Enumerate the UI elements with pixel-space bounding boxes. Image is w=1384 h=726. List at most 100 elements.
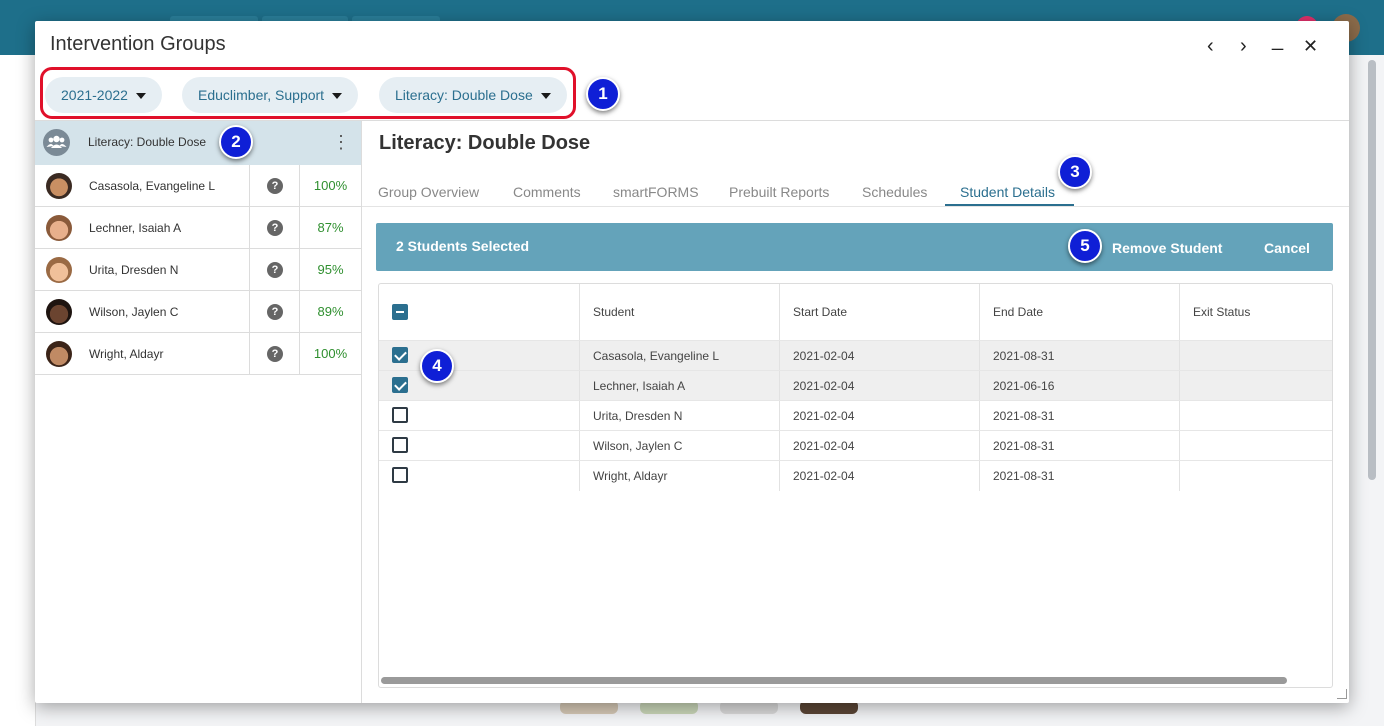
end-date-cell: 2021-08-31 [979, 431, 1179, 461]
select-all-header [379, 284, 579, 340]
progress-percent: 95% [299, 249, 361, 290]
table-row[interactable]: Casasola, Evangeline L 2021-02-04 2021-0… [379, 340, 1332, 371]
student-avatar [46, 257, 72, 283]
exit-status-cell [1179, 341, 1332, 371]
column-divider [249, 165, 250, 206]
tab-group-overview[interactable]: Group Overview [378, 184, 479, 200]
panel-divider [361, 121, 362, 703]
year-filter-dropdown[interactable]: 2021-2022 [45, 77, 162, 113]
table-horizontal-scrollbar[interactable] [381, 677, 1287, 684]
group-filter-dropdown[interactable]: Literacy: Double Dose [379, 77, 567, 113]
column-divider [249, 333, 250, 374]
exit-status-cell [1179, 401, 1332, 431]
group-name: Literacy: Double Dose [88, 135, 207, 149]
more-options-icon[interactable]: ⋮ [332, 133, 350, 151]
row-checkbox[interactable] [392, 347, 408, 363]
start-date-cell: 2021-02-04 [779, 371, 979, 401]
table-row[interactable]: Wright, Aldayr 2021-02-04 2021-08-31 [379, 460, 1332, 491]
column-header-exit-status[interactable]: Exit Status [1179, 284, 1332, 340]
selection-action-bar: 2 Students Selected Remove Student Cance… [376, 223, 1333, 271]
chevron-right-icon[interactable]: › [1240, 35, 1247, 57]
page-title: Literacy: Double Dose [379, 132, 591, 154]
remove-student-button[interactable]: Remove Student [1112, 240, 1222, 256]
tab-comments[interactable]: Comments [513, 184, 581, 200]
student-avatar [46, 299, 72, 325]
help-icon[interactable]: ? [267, 220, 283, 236]
start-date-cell: 2021-02-04 [779, 461, 979, 491]
tab-student-details[interactable]: Student Details [960, 184, 1055, 200]
student-list-item[interactable]: Wright, Aldayr ? 100% [35, 333, 361, 375]
column-divider [249, 249, 250, 290]
progress-percent: 100% [299, 333, 361, 374]
student-details-table: Student Start Date End Date Exit Status … [378, 283, 1333, 688]
school-filter-label: Educlimber, Support [198, 87, 325, 103]
tab-prebuilt-reports[interactable]: Prebuilt Reports [729, 184, 829, 200]
help-icon[interactable]: ? [267, 304, 283, 320]
minimize-icon[interactable]: _ [1272, 29, 1283, 51]
row-checkbox[interactable] [392, 377, 408, 393]
start-date-cell: 2021-02-04 [779, 431, 979, 461]
student-cell: Wilson, Jaylen C [579, 431, 779, 461]
year-filter-label: 2021-2022 [61, 87, 128, 103]
column-header-start-date[interactable]: Start Date [779, 284, 979, 340]
exit-status-cell [1179, 461, 1332, 491]
intervention-groups-dialog: Intervention Groups ‹ › _ ✕ 2021-2022 Ed… [35, 21, 1349, 703]
chevron-left-icon[interactable]: ‹ [1207, 35, 1214, 57]
student-list-item[interactable]: Urita, Dresden N ? 95% [35, 249, 361, 291]
tab-schedules[interactable]: Schedules [862, 184, 927, 200]
student-name[interactable]: Urita, Dresden N [89, 263, 178, 277]
end-date-cell: 2021-08-31 [979, 461, 1179, 491]
student-avatar [46, 341, 72, 367]
student-name[interactable]: Wilson, Jaylen C [89, 305, 178, 319]
table-row[interactable]: Urita, Dresden N 2021-02-04 2021-08-31 [379, 400, 1332, 431]
close-icon[interactable]: ✕ [1303, 35, 1318, 57]
exit-status-cell [1179, 371, 1332, 401]
callout-marker-2: 2 [219, 125, 253, 159]
group-list-item[interactable]: Literacy: Double Dose ⋮ [35, 121, 361, 165]
student-list-item[interactable]: Casasola, Evangeline L ? 100% [35, 165, 361, 207]
column-divider [249, 207, 250, 248]
page-scrollbar[interactable] [1368, 60, 1376, 480]
help-icon[interactable]: ? [267, 346, 283, 362]
tab-smartforms[interactable]: smartFORMS [613, 184, 699, 200]
callout-marker-5: 5 [1068, 229, 1102, 263]
student-cell: Casasola, Evangeline L [579, 341, 779, 371]
help-icon[interactable]: ? [267, 178, 283, 194]
end-date-cell: 2021-06-16 [979, 371, 1179, 401]
callout-marker-3: 3 [1058, 155, 1092, 189]
start-date-cell: 2021-02-04 [779, 401, 979, 431]
student-cell: Lechner, Isaiah A [579, 371, 779, 401]
app-sidebar [0, 55, 36, 726]
progress-percent: 100% [299, 165, 361, 206]
student-cell: Wright, Aldayr [579, 461, 779, 491]
end-date-cell: 2021-08-31 [979, 401, 1179, 431]
caret-down-icon [540, 93, 551, 100]
student-name[interactable]: Casasola, Evangeline L [89, 179, 215, 193]
column-header-student[interactable]: Student [579, 284, 779, 340]
student-name[interactable]: Wright, Aldayr [89, 347, 163, 361]
column-divider [249, 291, 250, 332]
student-avatar [46, 173, 72, 199]
table-row[interactable]: Wilson, Jaylen C 2021-02-04 2021-08-31 [379, 430, 1332, 461]
callout-marker-4: 4 [420, 349, 454, 383]
help-icon[interactable]: ? [267, 262, 283, 278]
table-row[interactable]: Lechner, Isaiah A 2021-02-04 2021-06-16 [379, 370, 1332, 401]
student-avatar [46, 215, 72, 241]
progress-percent: 87% [299, 207, 361, 248]
select-all-checkbox[interactable] [392, 304, 408, 320]
exit-status-cell [1179, 431, 1332, 461]
resize-handle[interactable] [1337, 689, 1347, 699]
row-checkbox[interactable] [392, 407, 408, 423]
callout-marker-1: 1 [586, 77, 620, 111]
dialog-title: Intervention Groups [50, 33, 226, 55]
student-list-item[interactable]: Wilson, Jaylen C ? 89% [35, 291, 361, 333]
row-checkbox[interactable] [392, 437, 408, 453]
row-checkbox[interactable] [392, 467, 408, 483]
student-name[interactable]: Lechner, Isaiah A [89, 221, 181, 235]
school-filter-dropdown[interactable]: Educlimber, Support [182, 77, 359, 113]
student-list-item[interactable]: Lechner, Isaiah A ? 87% [35, 207, 361, 249]
cancel-button[interactable]: Cancel [1264, 240, 1310, 256]
tabs-divider [362, 206, 1349, 207]
group-users-icon [43, 129, 70, 156]
column-header-end-date[interactable]: End Date [979, 284, 1179, 340]
